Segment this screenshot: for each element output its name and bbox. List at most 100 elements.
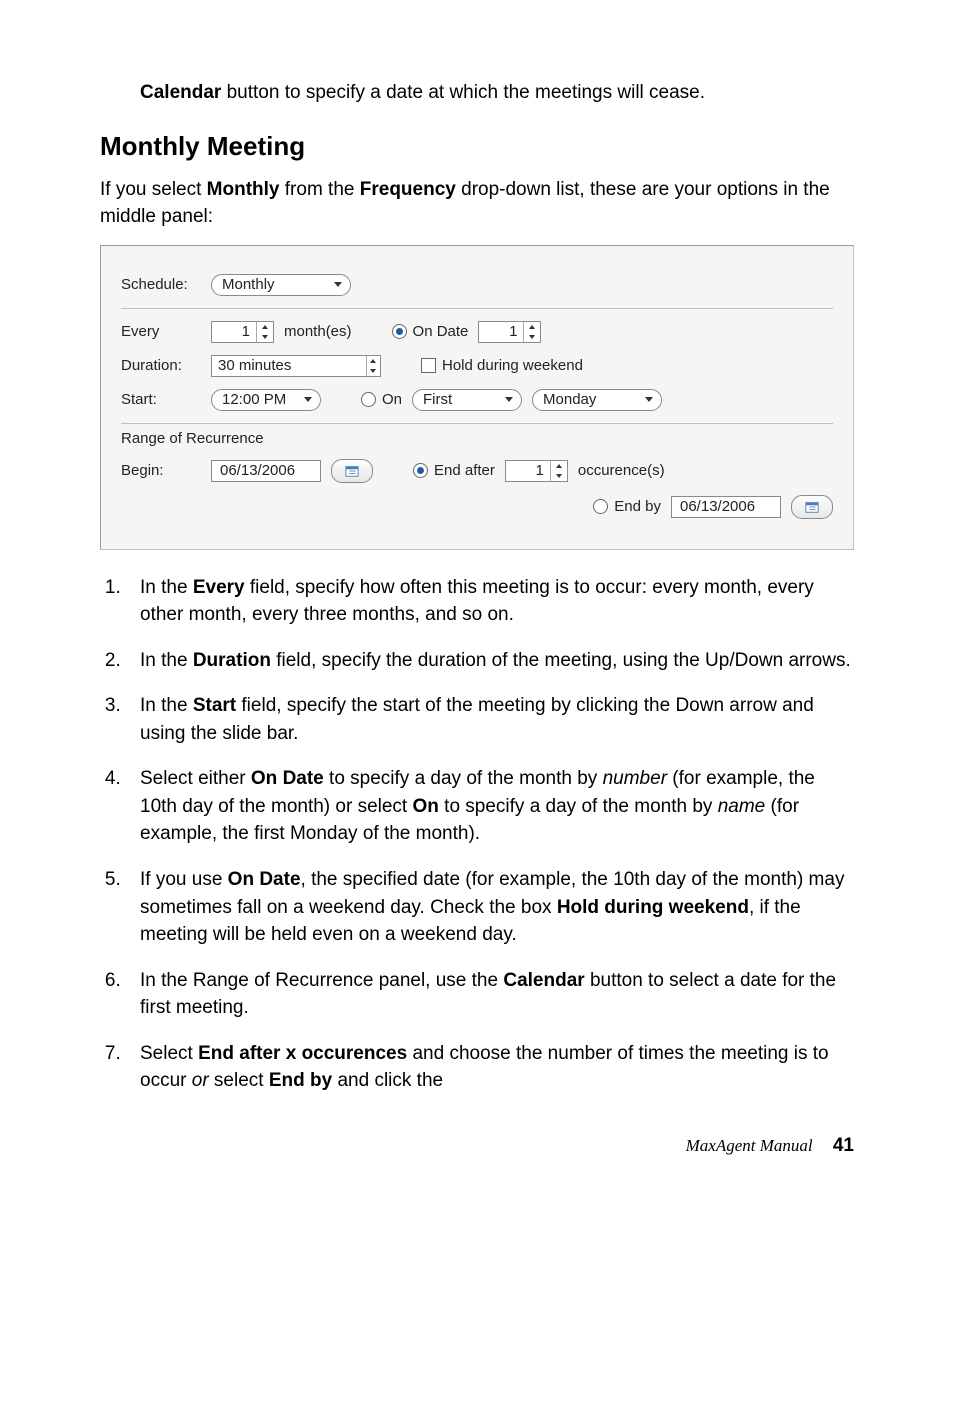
every-row: Every 1 month(es) On Date 1 (121, 321, 833, 343)
t: Start (193, 695, 236, 716)
t: to specify a day of the month by (324, 768, 603, 789)
endafter-spinner[interactable]: 1 (505, 460, 568, 482)
schedule-panel-screenshot: Schedule: Monthly Every 1 month(es) On D… (100, 245, 854, 550)
intro-paragraph: Calendar button to specify a date at whi… (140, 79, 854, 107)
calendar-icon (345, 464, 359, 478)
t: or (192, 1070, 209, 1091)
begin-date-field[interactable]: 06/13/2006 (211, 460, 321, 482)
every-unit: month(es) (284, 323, 352, 340)
calendar-icon (805, 500, 819, 514)
lead-monthly: Monthly (207, 179, 280, 200)
begin-date-value: 06/13/2006 (220, 462, 295, 479)
spinner-icon (256, 322, 273, 342)
chevron-down-icon (334, 282, 342, 287)
endby-date-field[interactable]: 06/13/2006 (671, 496, 781, 518)
t: to specify a day of the month by (439, 796, 718, 817)
intro-bold: Calendar (140, 82, 221, 103)
duration-row: Duration: 30 minutes Hold during weekend (121, 355, 833, 377)
divider (121, 308, 833, 309)
t: and click the (332, 1070, 443, 1091)
t: Every (193, 577, 245, 598)
step-4: Select either On Date to specify a day o… (126, 765, 854, 848)
t: Hold during weekend (557, 897, 749, 918)
hold-weekend-checkbox[interactable]: Hold during weekend (421, 357, 583, 374)
footer-title: MaxAgent Manual (686, 1136, 813, 1155)
start-time-dropdown[interactable]: 12:00 PM (211, 389, 321, 411)
schedule-dropdown[interactable]: Monthly (211, 274, 351, 296)
spinner-icon (523, 322, 540, 342)
radio-on-icon (413, 463, 428, 478)
t: select (209, 1070, 269, 1091)
t: On Date (228, 869, 301, 890)
t: On (413, 796, 439, 817)
t: In the Range of Recurrence panel, use th… (140, 970, 503, 991)
on-day-dropdown[interactable]: Monday (532, 389, 662, 411)
schedule-row: Schedule: Monthly (121, 274, 833, 296)
steps-list: In the Every field, specify how often th… (100, 574, 854, 1095)
divider (121, 423, 833, 424)
step-6: In the Range of Recurrence panel, use th… (126, 967, 854, 1022)
t: If you use (140, 869, 228, 890)
every-value: 1 (212, 322, 256, 342)
endafter-value: 1 (506, 461, 550, 481)
begin-calendar-button[interactable] (331, 459, 373, 483)
on-ordinal-dropdown[interactable]: First (412, 389, 522, 411)
on-label: On (382, 391, 402, 408)
step-7: Select End after x occurences and choose… (126, 1040, 854, 1095)
every-spinner[interactable]: 1 (211, 321, 274, 343)
endafter-label: End after (434, 462, 495, 479)
on-radio[interactable]: On (361, 391, 402, 408)
duration-spinner[interactable]: 30 minutes (211, 355, 381, 377)
endby-radio[interactable]: End by (593, 498, 661, 515)
ondate-radio[interactable]: On Date (392, 323, 469, 340)
ondate-spinner[interactable]: 1 (478, 321, 541, 343)
step-2: In the Duration field, specify the durat… (126, 647, 854, 675)
endby-label: End by (614, 498, 661, 515)
ondate-label: On Date (413, 323, 469, 340)
t: End after x occurences (198, 1043, 407, 1064)
t: End by (269, 1070, 332, 1091)
step-5: If you use On Date, the specified date (… (126, 866, 854, 949)
step-1: In the Every field, specify how often th… (126, 574, 854, 629)
t: In the (140, 650, 193, 671)
lead-pre: If you select (100, 179, 207, 200)
lead-mid: from the (280, 179, 360, 200)
every-label: Every (121, 323, 201, 340)
begin-row: Begin: 06/13/2006 End after 1 occurence(… (121, 459, 833, 483)
begin-label: Begin: (121, 462, 201, 479)
endafter-radio[interactable]: End after (413, 462, 495, 479)
hold-weekend-label: Hold during weekend (442, 357, 583, 374)
section-heading: Monthly Meeting (100, 131, 854, 162)
t: Select (140, 1043, 198, 1064)
radio-off-icon (593, 499, 608, 514)
t: Select either (140, 768, 251, 789)
duration-value: 30 minutes (212, 356, 366, 376)
range-label: Range of Recurrence (121, 430, 833, 447)
t: name (718, 796, 766, 817)
start-row: Start: 12:00 PM On First Monday (121, 389, 833, 411)
on-ordinal-value: First (423, 391, 452, 408)
t: On Date (251, 768, 324, 789)
endby-row: End by 06/13/2006 (121, 495, 833, 519)
page-number: 41 (833, 1135, 854, 1156)
intro-rest: button to specify a date at which the me… (221, 82, 705, 103)
step-3: In the Start field, specify the start of… (126, 692, 854, 747)
lead-paragraph: If you select Monthly from the Frequency… (100, 176, 854, 231)
chevron-down-icon (645, 397, 653, 402)
t: Duration (193, 650, 271, 671)
chevron-down-icon (505, 397, 513, 402)
t: field, specify the start of the meeting … (140, 695, 814, 744)
radio-off-icon (361, 392, 376, 407)
start-label: Start: (121, 391, 201, 408)
checkbox-icon (421, 358, 436, 373)
chevron-down-icon (304, 397, 312, 402)
t: field, specify the duration of the meeti… (271, 650, 851, 671)
endby-date-value: 06/13/2006 (680, 498, 755, 515)
lead-frequency: Frequency (360, 179, 456, 200)
schedule-value: Monthly (222, 276, 275, 293)
endby-calendar-button[interactable] (791, 495, 833, 519)
t: In the (140, 577, 193, 598)
t: Calendar (503, 970, 584, 991)
ondate-value: 1 (479, 322, 523, 342)
spinner-icon (550, 461, 567, 481)
